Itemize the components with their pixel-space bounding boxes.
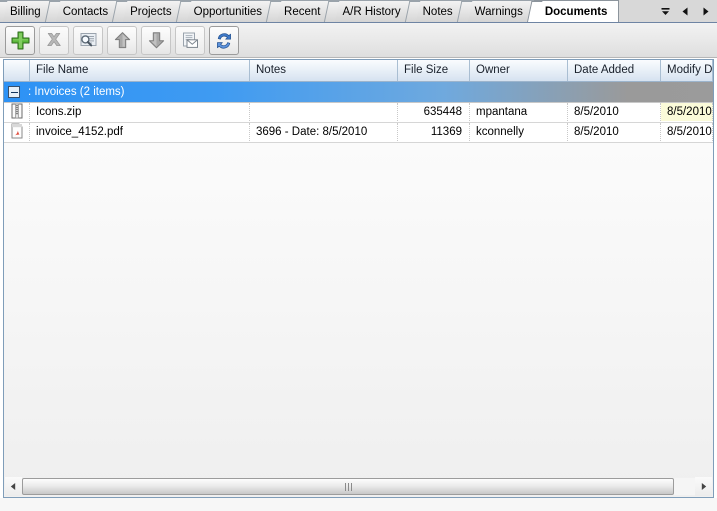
column-header-filesize[interactable]: File Size — [398, 60, 470, 81]
tab-strip: Billing Contacts Projects Opportunities Rece… — [0, 0, 717, 23]
cell-icon[interactable] — [4, 103, 30, 121]
table-row[interactable]: invoice_4152.pdf 3696 - Date: 8/5/2010 113… — [4, 123, 713, 143]
cell-icon[interactable] — [4, 123, 30, 141]
group-row-invoices[interactable]: : Invoices (2 items) — [4, 82, 713, 103]
grid-row-host: Icons.zip 635448 mpantana 8/5/2010 8/5/2010 i… — [4, 103, 713, 143]
green-plus-icon — [11, 31, 29, 50]
cell-owner[interactable]: kconnelly — [470, 123, 568, 141]
arrow-up-icon — [114, 32, 130, 49]
table-row[interactable]: Icons.zip 635448 mpantana 8/5/2010 8/5/2010 — [4, 103, 713, 123]
cell-notes[interactable]: 3696 - Date: 8/5/2010 — [250, 123, 398, 141]
cell-added[interactable]: 8/5/2010 — [568, 103, 661, 121]
column-header-filename[interactable]: File Name — [30, 60, 250, 81]
cell-filename[interactable]: Icons.zip — [30, 103, 250, 121]
document-search-icon — [80, 32, 96, 46]
tab-scroll-prev-button[interactable] — [675, 1, 695, 21]
add-document-button[interactable] — [5, 26, 35, 55]
move-down-button[interactable] — [141, 26, 171, 55]
tab-scroll-next-button[interactable] — [695, 1, 715, 21]
triangle-right-icon — [701, 483, 707, 490]
cell-filesize[interactable]: 11369 — [398, 123, 470, 141]
refresh-button[interactable] — [209, 26, 239, 55]
tab-contacts[interactable]: Contacts — [51, 0, 121, 22]
scrollbar-thumb[interactable] — [22, 478, 674, 495]
tab-warnings[interactable]: Warnings — [463, 0, 535, 22]
tab-label: Documents — [544, 6, 608, 18]
delete-document-button[interactable] — [39, 26, 69, 55]
email-document-button[interactable] — [175, 26, 205, 55]
cell-notes[interactable] — [250, 103, 398, 121]
gray-x-icon — [47, 32, 61, 46]
tab-nav-controls — [649, 0, 715, 22]
grid-body: : Invoices (2 items) Icons.zip 635448 mpan… — [4, 82, 713, 485]
tab-a-r-history[interactable]: A/R History — [331, 0, 413, 22]
status-bar — [0, 498, 717, 511]
document-mail-icon — [182, 32, 198, 48]
tab-label: Recent — [284, 6, 321, 18]
move-up-button[interactable] — [107, 26, 137, 55]
horizontal-scrollbar[interactable] — [3, 477, 714, 498]
tab-label: Warnings — [474, 6, 523, 18]
documents-grid: File Name Notes File Size Owner Date Added Mo… — [3, 59, 714, 486]
refresh-icon — [217, 32, 231, 48]
cell-modified[interactable]: 8/5/2010 — [661, 123, 713, 141]
tab-list: Billing Contacts Projects Opportunities Rece… — [0, 0, 620, 22]
tab-projects[interactable]: Projects — [119, 0, 184, 22]
tab-label: Contacts — [62, 6, 109, 18]
toolbar-button-group — [5, 26, 239, 55]
pdf-file-icon — [11, 123, 22, 139]
group-row-label: : Invoices (2 items) — [28, 86, 125, 98]
column-header-added[interactable]: Date Added — [568, 60, 661, 81]
scrollbar-track[interactable] — [22, 478, 695, 495]
tab-opportunities[interactable]: Opportunities — [182, 0, 275, 22]
tab-label: Opportunities — [193, 6, 263, 18]
chevron-double-down-icon — [661, 7, 669, 15]
tab-label: Notes — [422, 6, 453, 18]
arrow-down-icon — [148, 32, 164, 49]
cell-owner[interactable]: mpantana — [470, 103, 568, 121]
triangle-left-icon — [682, 7, 687, 15]
tab-label: Projects — [130, 6, 172, 18]
tab-list-dropdown-button[interactable] — [655, 1, 675, 21]
cell-modified[interactable]: 8/5/2010 — [661, 103, 713, 121]
scroll-left-button[interactable] — [5, 477, 22, 496]
collapse-minus-icon[interactable] — [8, 86, 20, 98]
zip-file-icon — [11, 103, 22, 119]
toolbar — [0, 23, 717, 58]
scroll-right-button[interactable] — [695, 477, 712, 496]
grid-header-row: File Name Notes File Size Owner Date Added Mo… — [4, 60, 713, 82]
tab-label: A/R History — [342, 6, 401, 18]
cell-added[interactable]: 8/5/2010 — [568, 123, 661, 141]
column-header-icon[interactable] — [4, 60, 30, 81]
grip-icon — [344, 482, 352, 491]
triangle-left-icon — [10, 483, 16, 490]
view-document-button[interactable] — [73, 26, 103, 55]
column-header-notes[interactable]: Notes — [250, 60, 398, 81]
column-header-modified[interactable]: Modify Da — [661, 60, 713, 81]
tab-label: Billing — [10, 6, 41, 18]
triangle-right-icon — [703, 7, 708, 15]
column-header-owner[interactable]: Owner — [470, 60, 568, 81]
cell-filesize[interactable]: 635448 — [398, 103, 470, 121]
tab-documents[interactable]: Documents — [533, 0, 620, 22]
cell-filename[interactable]: invoice_4152.pdf — [30, 123, 250, 141]
